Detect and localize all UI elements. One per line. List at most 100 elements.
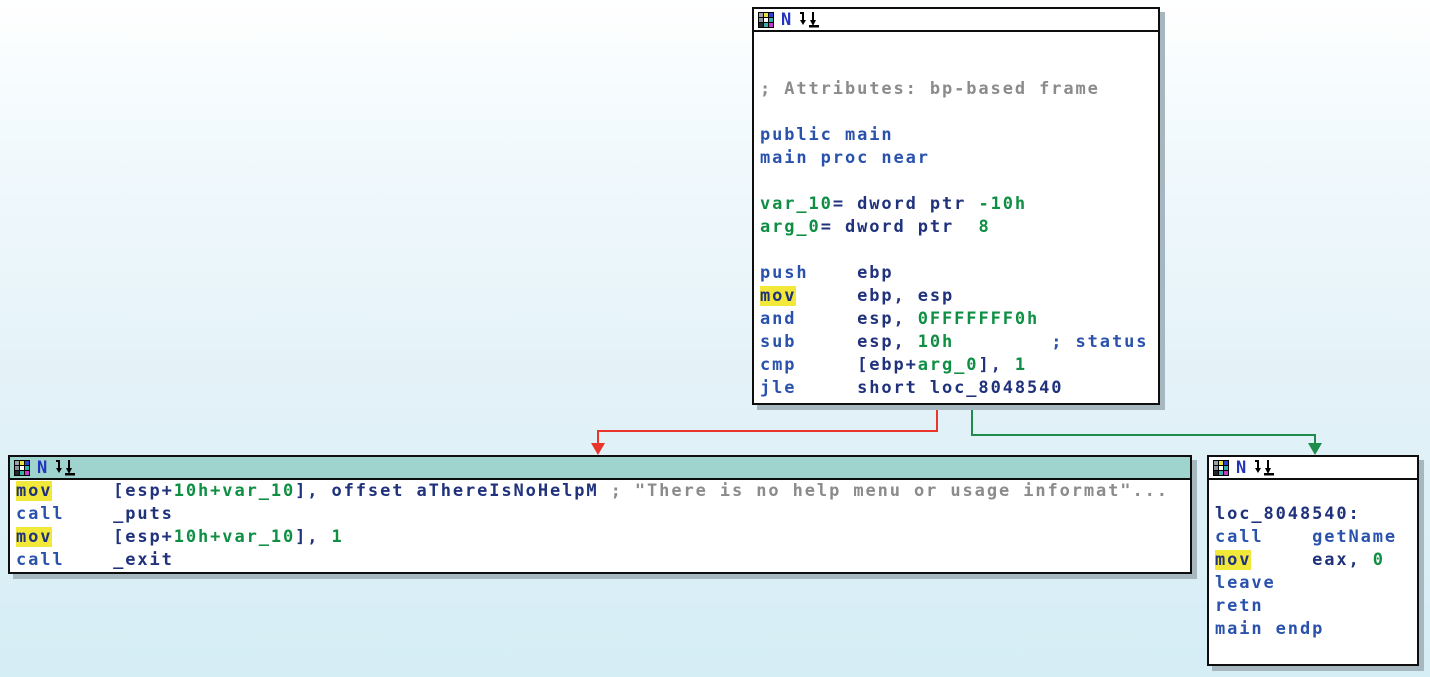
token-op[interactable] <box>1264 527 1313 547</box>
token-mn[interactable]: push <box>760 263 809 283</box>
token-mn[interactable]: public main <box>760 125 893 145</box>
code-line[interactable]: loc_8048540: <box>1215 503 1417 526</box>
code-line[interactable]: main proc near <box>760 147 1158 170</box>
jump-arrows-icon[interactable] <box>798 11 820 28</box>
disassembly-code[interactable]: ; Attributes: bp-based frame public main… <box>754 32 1158 400</box>
token-mn[interactable]: call <box>16 504 65 524</box>
code-line[interactable]: call _puts <box>16 503 1190 526</box>
token-op[interactable]: = dword ptr <box>833 194 979 214</box>
token-op[interactable]: ], <box>295 527 331 547</box>
code-line[interactable] <box>760 101 1158 124</box>
code-line[interactable]: jle short loc_8048540 <box>760 377 1158 400</box>
jump-arrows-icon[interactable] <box>54 459 76 476</box>
token-num[interactable]: arg_0 <box>760 217 821 237</box>
token-num[interactable]: 1 <box>1015 355 1027 375</box>
code-line[interactable]: call _exit <box>16 549 1190 572</box>
token-mn[interactable]: call <box>16 550 65 570</box>
token-op[interactable]: [ebp+ <box>796 355 917 375</box>
code-line[interactable]: push ebp <box>760 262 1158 285</box>
branch-taken-edge <box>971 403 973 436</box>
token-num[interactable]: 1 <box>332 527 344 547</box>
code-line[interactable]: main endp <box>1215 618 1417 641</box>
token-mn[interactable]: getName <box>1312 527 1397 547</box>
token-num[interactable]: 10h+var_10 <box>174 527 295 547</box>
node-color-grid-icon[interactable] <box>758 11 774 28</box>
code-line[interactable]: ; Attributes: bp-based frame <box>760 78 1158 101</box>
code-line[interactable]: mov [esp+10h+var_10], 1 <box>16 526 1190 549</box>
code-line[interactable]: mov [esp+10h+var_10], offset aThereIsNoH… <box>16 480 1190 503</box>
code-line[interactable]: call getName <box>1215 526 1417 549</box>
token-hl[interactable]: mov <box>760 286 797 306</box>
token-mn[interactable]: leave <box>1215 573 1276 593</box>
graph-view-canvas[interactable]: N ; Attributes: bp-based frame public ma… <box>0 0 1430 677</box>
graph-node-fallthrough[interactable]: N mov [esp+10h+var_10], offset aThereIsN… <box>8 455 1192 574</box>
token-num[interactable]: 10h <box>918 332 954 352</box>
code-line[interactable]: and esp, 0FFFFFFF0h <box>760 308 1158 331</box>
graph-node-entry[interactable]: N ; Attributes: bp-based frame public ma… <box>752 7 1160 405</box>
node-color-grid-icon[interactable] <box>1213 459 1229 476</box>
token-op[interactable]: ], offset aThereIsNoHelpM <box>295 481 611 501</box>
token-num[interactable]: -10h <box>978 194 1027 214</box>
token-mn[interactable]: and <box>760 309 796 329</box>
token-num[interactable]: 0FFFFFFF0h <box>918 309 1039 329</box>
code-line[interactable] <box>760 239 1158 262</box>
disassembly-code[interactable]: mov [esp+10h+var_10], offset aThereIsNoH… <box>10 480 1190 572</box>
token-op[interactable]: _exit <box>65 550 174 570</box>
token-mn[interactable]: main endp <box>1215 619 1324 639</box>
token-mn[interactable]: call <box>1215 527 1264 547</box>
token-mn[interactable]: jle <box>760 378 796 398</box>
node-title-bar-current[interactable]: N <box>10 457 1190 480</box>
token-mn[interactable]: sub <box>760 332 796 352</box>
code-line[interactable] <box>1215 480 1417 503</box>
token-hl[interactable]: mov <box>1215 550 1252 570</box>
token-num[interactable]: var_10 <box>760 194 833 214</box>
token-hl[interactable]: mov <box>16 527 53 547</box>
token-gray[interactable]: ; Attributes: bp-based frame <box>760 79 1100 99</box>
jump-arrows-icon[interactable] <box>1253 459 1275 476</box>
token-op[interactable]: loc_8048540: <box>1215 504 1361 524</box>
code-line[interactable]: leave <box>1215 572 1417 595</box>
token-hl[interactable]: mov <box>16 481 53 501</box>
token-op[interactable]: ], <box>978 355 1014 375</box>
disassembly-code[interactable]: loc_8048540: call getName mov eax, 0 leave r… <box>1209 480 1417 664</box>
node-name-icon[interactable]: N <box>781 11 791 28</box>
node-name-icon[interactable]: N <box>1236 459 1246 476</box>
token-op[interactable]: esp, <box>796 309 917 329</box>
token-num[interactable]: 0 <box>1373 550 1385 570</box>
token-num[interactable]: arg_0 <box>918 355 979 375</box>
code-line[interactable]: public main <box>760 124 1158 147</box>
code-line[interactable] <box>760 32 1158 55</box>
token-op[interactable]: short loc_8048540 <box>796 378 1063 398</box>
token-op[interactable]: ebp <box>809 263 894 283</box>
token-op[interactable]: = dword ptr <box>821 217 979 237</box>
graph-node-loc-8048540[interactable]: N loc_8048540: call getName mov eax, 0 leav… <box>1207 455 1419 666</box>
node-title-bar[interactable]: N <box>754 9 1158 32</box>
token-mn[interactable]: main proc near <box>760 148 930 168</box>
node-title-bar[interactable]: N <box>1209 457 1417 480</box>
code-line[interactable]: mov ebp, esp <box>760 285 1158 308</box>
node-name-icon[interactable]: N <box>37 459 47 476</box>
token-mn[interactable]: ; status <box>1051 332 1148 352</box>
token-op[interactable]: esp, <box>796 332 917 352</box>
code-line[interactable]: cmp [ebp+arg_0], 1 <box>760 354 1158 377</box>
token-op[interactable]: [esp+ <box>52 527 173 547</box>
code-line[interactable]: var_10= dword ptr -10h <box>760 193 1158 216</box>
token-mn[interactable]: cmp <box>760 355 796 375</box>
code-line[interactable]: retn <box>1215 595 1417 618</box>
code-line[interactable]: arg_0= dword ptr 8 <box>760 216 1158 239</box>
node-color-grid-icon[interactable] <box>14 459 30 476</box>
code-line[interactable] <box>760 170 1158 193</box>
token-mn[interactable]: retn <box>1215 596 1264 616</box>
token-num[interactable]: 10h+var_10 <box>174 481 295 501</box>
code-line[interactable] <box>760 55 1158 78</box>
code-line[interactable] <box>1215 641 1417 664</box>
token-gray[interactable]: ; "There is no help menu or usage inform… <box>611 481 1169 501</box>
token-op[interactable]: _puts <box>65 504 174 524</box>
code-line[interactable]: sub esp, 10h ; status <box>760 331 1158 354</box>
token-op[interactable]: eax, <box>1251 550 1372 570</box>
code-line[interactable]: mov eax, 0 <box>1215 549 1417 572</box>
token-op[interactable]: [esp+ <box>52 481 173 501</box>
token-op[interactable] <box>954 332 1051 352</box>
token-op[interactable]: ebp, esp <box>796 286 954 306</box>
token-num[interactable]: 8 <box>978 217 990 237</box>
